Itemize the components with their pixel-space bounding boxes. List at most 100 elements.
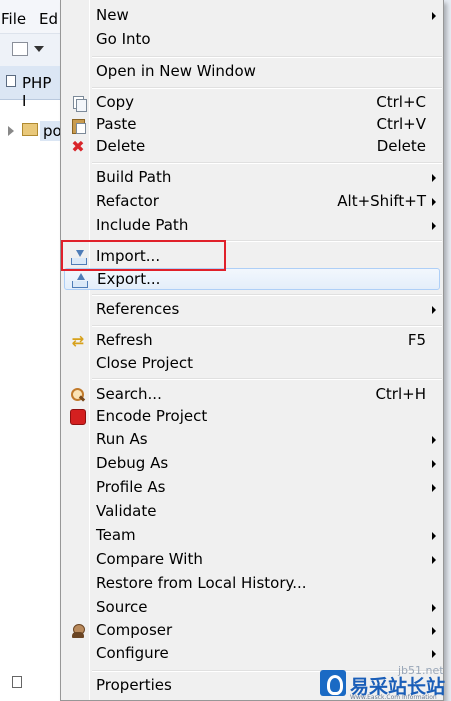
menu-item-restore-history[interactable]: Restore from Local History... (64, 573, 440, 595)
search-icon (70, 387, 86, 403)
tab-label: PHP I (22, 74, 52, 110)
menu-item-label: Properties (96, 676, 172, 694)
menu-file[interactable]: File (1, 10, 26, 28)
export-icon (71, 272, 88, 288)
menu-item-label: Paste (96, 115, 137, 133)
menu-item-label: Search... (96, 385, 162, 403)
menu-item-shortcut: Ctrl+V (376, 115, 426, 133)
menu-item-references[interactable]: References (64, 299, 440, 321)
menu-separator (92, 325, 442, 327)
watermark-logo-icon (320, 670, 346, 696)
menu-item-label: References (96, 300, 180, 318)
menu-item-label: Export... (97, 270, 161, 288)
submenu-arrow-icon (432, 306, 436, 314)
menu-item-delete[interactable]: ✖ Delete Delete (64, 136, 440, 158)
menu-item-validate[interactable]: Validate (64, 501, 440, 523)
menu-item-shortcut: F5 (407, 331, 426, 349)
menu-item-configure[interactable]: Configure (64, 643, 440, 665)
menu-item-label: Source (96, 598, 148, 616)
submenu-arrow-icon (432, 174, 436, 182)
menu-item-label: Delete (96, 137, 146, 155)
encode-icon (70, 409, 86, 425)
menu-item-label: Include Path (96, 216, 189, 234)
menu-item-label: Go Into (96, 30, 151, 48)
menu-item-refresh[interactable]: ⇄ Refresh F5 (64, 330, 440, 352)
menu-item-debug-as[interactable]: Debug As (64, 453, 440, 475)
paste-icon (70, 117, 86, 134)
project-folder-icon (22, 123, 38, 136)
menu-item-new[interactable]: New (64, 5, 440, 27)
menu-edit[interactable]: Ed (39, 10, 58, 28)
menu-item-label: Copy (96, 93, 135, 111)
menu-item-label: Run As (96, 430, 148, 448)
menu-separator (92, 162, 442, 164)
menu-item-encode-project[interactable]: Encode Project (64, 406, 440, 428)
menu-item-build-path[interactable]: Build Path (64, 167, 440, 189)
new-wizard-icon[interactable] (12, 42, 28, 56)
menu-item-shortcut: Ctrl+H (375, 385, 426, 403)
submenu-arrow-icon (432, 484, 436, 492)
watermark: jb51.net 易采站长站 Www.Easck.Com Information (318, 664, 451, 701)
menu-item-shortcut: Delete (376, 137, 426, 155)
copy-icon (70, 95, 87, 112)
menu-item-shortcut: Ctrl+C (376, 93, 426, 111)
submenu-arrow-icon (432, 222, 436, 230)
menu-item-paste[interactable]: Paste Ctrl+V (64, 114, 440, 136)
submenu-arrow-icon (432, 12, 436, 20)
watermark-subtitle: Www.Easck.Com Information (350, 694, 437, 701)
submenu-arrow-icon (432, 436, 436, 444)
menu-separator (92, 87, 442, 89)
menu-item-profile-as[interactable]: Profile As (64, 477, 440, 499)
menu-item-label: Close Project (96, 354, 193, 372)
submenu-arrow-icon (432, 627, 436, 635)
menu-item-label: Configure (96, 644, 169, 662)
delete-icon: ✖ (71, 137, 85, 156)
composer-icon (70, 623, 86, 639)
editor-edge (444, 0, 451, 701)
context-menu: New Go Into Open in New Window Copy Ctrl+C Pa… (60, 0, 444, 701)
refresh-icon: ⇄ (71, 332, 85, 350)
menu-item-open-new-window[interactable]: Open in New Window (64, 61, 440, 83)
menu-item-copy[interactable]: Copy Ctrl+C (64, 92, 440, 114)
menu-item-team[interactable]: Team (64, 525, 440, 547)
menu-item-label: Build Path (96, 168, 172, 186)
menu-item-label: Composer (96, 621, 173, 639)
menu-item-include-path[interactable]: Include Path (64, 215, 440, 237)
menu-item-label: Team (96, 526, 136, 544)
menu-item-refactor[interactable]: Refactor Alt+Shift+T (64, 191, 440, 213)
menu-item-label: New (96, 6, 129, 24)
submenu-arrow-icon (432, 556, 436, 564)
menu-item-run-as[interactable]: Run As (64, 429, 440, 451)
menu-item-label: Refresh (96, 331, 153, 349)
menu-item-label: Profile As (96, 478, 166, 496)
menu-item-source[interactable]: Source (64, 597, 440, 619)
submenu-arrow-icon (432, 460, 436, 468)
menu-item-go-into[interactable]: Go Into (64, 29, 440, 51)
tab-php-explorer[interactable]: PHP I (0, 66, 60, 110)
expand-arrow-icon[interactable] (8, 126, 14, 136)
submenu-arrow-icon (432, 650, 436, 658)
submenu-arrow-icon (432, 532, 436, 540)
menu-item-composer[interactable]: Composer (64, 620, 440, 642)
submenu-arrow-icon (432, 604, 436, 612)
menu-separator (92, 56, 442, 58)
menu-item-label: Compare With (96, 550, 203, 568)
menu-separator (92, 294, 442, 296)
menu-item-label: Encode Project (96, 407, 208, 425)
menu-item-label: Open in New Window (96, 62, 256, 80)
php-explorer-icon (6, 75, 16, 87)
menu-item-label: Debug As (96, 454, 169, 472)
new-dropdown-icon[interactable] (34, 46, 44, 52)
menu-separator (92, 378, 442, 380)
menu-item-label: Refactor (96, 192, 159, 210)
menu-item-close-project[interactable]: Close Project (64, 353, 440, 375)
menu-item-search[interactable]: Search... Ctrl+H (64, 384, 440, 406)
menu-item-label: Restore from Local History... (96, 574, 307, 592)
status-icon[interactable] (12, 676, 22, 688)
menu-item-export[interactable]: Export... (64, 268, 440, 290)
menu-item-label: Validate (96, 502, 157, 520)
menu-item-compare-with[interactable]: Compare With (64, 549, 440, 571)
highlight-annotation (61, 240, 226, 271)
tree-row-project[interactable]: po (0, 118, 65, 144)
submenu-arrow-icon (432, 198, 436, 206)
